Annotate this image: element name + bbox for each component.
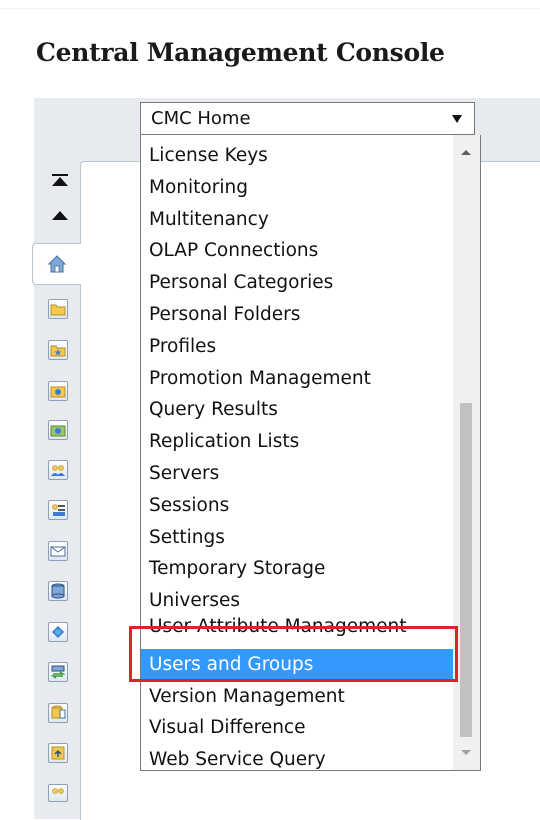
previous-page-button[interactable] <box>50 207 70 223</box>
previous-page-icon <box>52 210 68 220</box>
option-sessions[interactable]: Sessions <box>141 490 453 522</box>
first-page-button[interactable] <box>50 172 70 188</box>
first-page-icon <box>52 177 68 186</box>
universes-icon[interactable] <box>48 622 68 642</box>
option-temporary-storage[interactable]: Temporary Storage <box>141 553 453 585</box>
servers-icon[interactable] <box>48 500 68 520</box>
option-servers[interactable]: Servers <box>141 458 453 490</box>
personal-folders-icon[interactable] <box>48 420 68 440</box>
select-value: CMC Home <box>151 108 251 129</box>
home-icon <box>47 255 67 273</box>
connections-icon[interactable] <box>48 581 68 601</box>
scroll-down-icon[interactable] <box>461 750 471 755</box>
option-license-keys[interactable]: License Keys <box>141 140 453 172</box>
option-settings[interactable]: Settings <box>141 522 453 554</box>
categories-icon[interactable] <box>48 340 68 360</box>
navigation-select[interactable]: CMC Home <box>140 102 475 135</box>
top-divider <box>0 8 540 9</box>
option-visual-difference[interactable]: Visual Difference <box>141 712 453 744</box>
scroll-thumb[interactable] <box>460 403 472 737</box>
chevron-down-icon[interactable] <box>452 115 462 123</box>
option-personal-categories[interactable]: Personal Categories <box>141 267 453 299</box>
federation-icon[interactable] <box>48 662 68 682</box>
replication-icon[interactable] <box>48 703 68 723</box>
applications-icon[interactable] <box>48 743 68 763</box>
option-olap-connections[interactable]: OLAP Connections <box>141 235 453 267</box>
option-replication-lists[interactable]: Replication Lists <box>141 426 453 458</box>
option-monitoring[interactable]: Monitoring <box>141 172 453 204</box>
inbox-icon[interactable] <box>48 381 68 401</box>
highlight-annotation <box>129 626 458 682</box>
option-personal-folders[interactable]: Personal Folders <box>141 299 453 331</box>
option-version-management[interactable]: Version Management <box>141 681 453 713</box>
first-page-bar <box>52 174 68 176</box>
events-icon[interactable] <box>48 541 68 561</box>
scroll-up-icon[interactable] <box>461 150 471 155</box>
option-profiles[interactable]: Profiles <box>141 331 453 363</box>
promotion-icon[interactable] <box>48 784 68 802</box>
page-title: Central Management Console <box>36 38 445 67</box>
option-multitenancy[interactable]: Multitenancy <box>141 204 453 236</box>
option-query-results[interactable]: Query Results <box>141 394 453 426</box>
home-tab[interactable] <box>32 243 81 285</box>
option-web-service-query[interactable]: Web Service Query <box>141 744 453 770</box>
users-groups-icon[interactable] <box>48 460 68 480</box>
option-promotion-management[interactable]: Promotion Management <box>141 363 453 395</box>
folders-icon[interactable] <box>48 299 68 319</box>
